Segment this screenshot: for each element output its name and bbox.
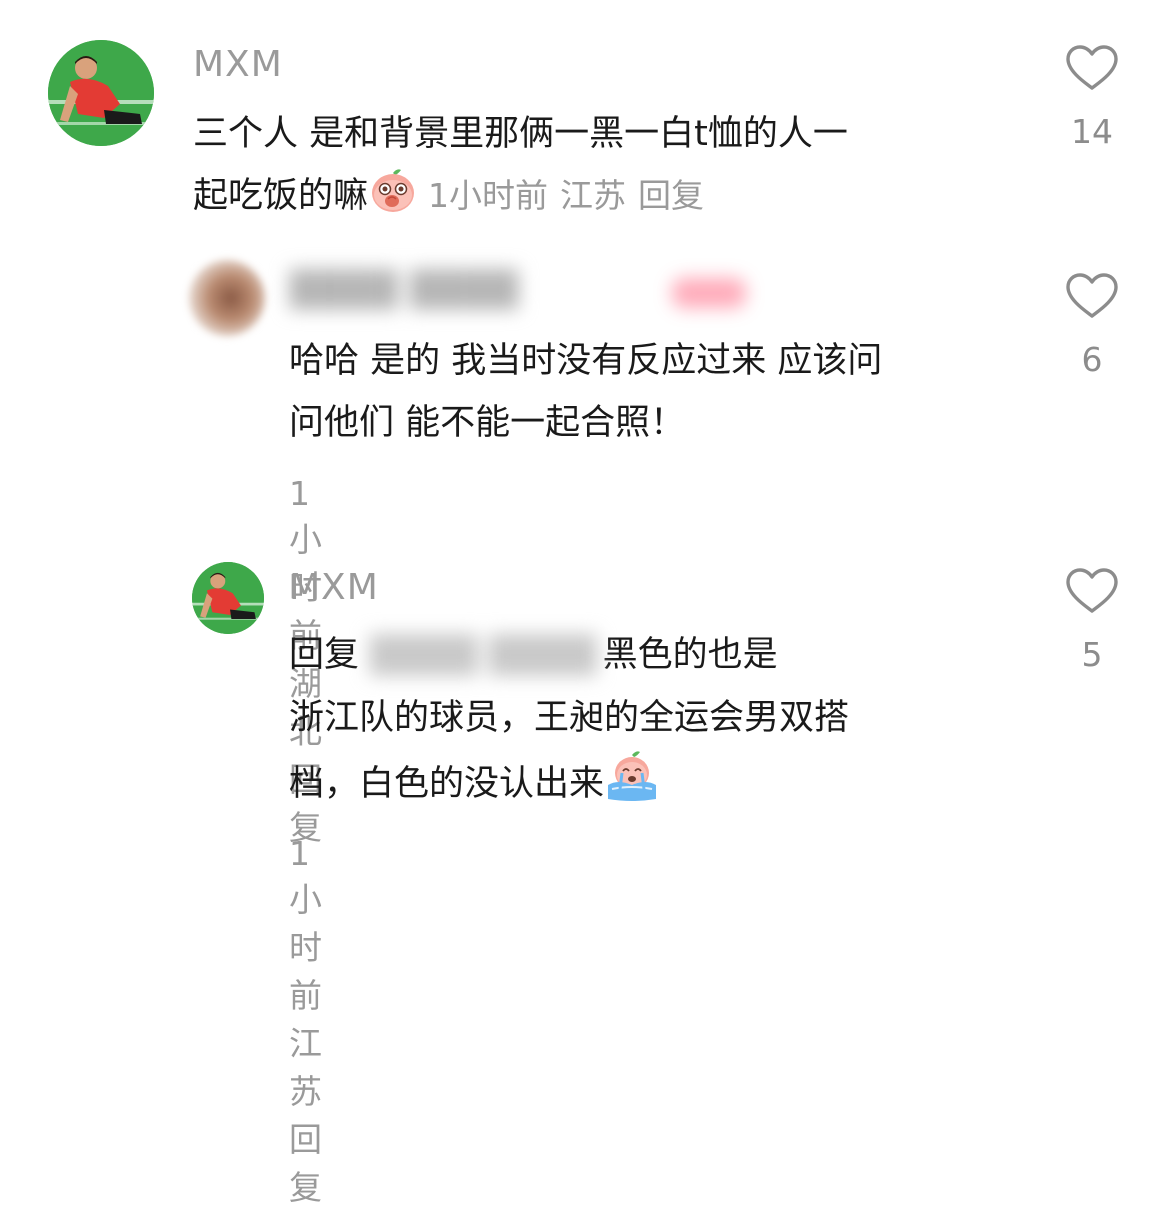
avatar-photo (48, 40, 154, 146)
comment-meta: 1小时前江苏回复 (289, 834, 334, 1209)
peach-shy-emoji-icon (368, 165, 418, 215)
comment-time: 1小时前 (428, 176, 549, 215)
comment-text-segment: 档，白色的没认出来 (289, 764, 605, 804)
heart-outline-icon (1066, 45, 1118, 90)
avatar[interactable] (189, 260, 265, 336)
username[interactable]: MXM (289, 567, 379, 608)
comment-text-line: 回复 ████ ████ 黑色的也是 (289, 624, 1029, 687)
comment-time: 1小时前 (289, 834, 322, 1015)
like-count: 14 (1071, 112, 1113, 151)
comment-text-segment: 黑色的也是 (602, 635, 778, 675)
like-count: 5 (1081, 635, 1103, 674)
comment-text-line: 档，白色的没认出来 (289, 749, 1029, 815)
user-badge (672, 278, 746, 308)
like-button[interactable]: 5 (1052, 567, 1132, 674)
like-count: 6 (1081, 340, 1103, 379)
blurred-mention[interactable]: ████ ████ (370, 625, 596, 687)
username[interactable]: MXM (193, 44, 283, 85)
comment-meta: 1小时前江苏回复 (428, 176, 716, 215)
comment-text-line: 起吃饭的嘛 (193, 176, 369, 216)
comment-text: 三个人 是和背景里那俩一黑一白t恤的人一 起吃饭的嘛 1小时前 江苏 回复 (193, 103, 1033, 227)
avatar[interactable] (192, 562, 264, 634)
heart-outline-icon (1066, 273, 1118, 318)
username[interactable]: ████ ████ (290, 270, 519, 310)
comment-location: 江苏 (289, 1024, 322, 1111)
heart-outline-icon (1066, 568, 1118, 613)
reply-button[interactable]: 回复 (289, 1120, 322, 1207)
like-button[interactable]: 14 (1052, 44, 1132, 151)
avatar-photo (192, 562, 264, 634)
avatar[interactable] (48, 40, 154, 146)
comment-text: 回复 ████ ████ 黑色的也是 浙江队的球员，王昶的全运会男双搭 档，白色的… (289, 624, 1029, 815)
reply-button[interactable]: 回复 (638, 176, 704, 215)
comment-text-line: 浙江队的球员，王昶的全运会男双搭 (289, 698, 850, 738)
like-button[interactable]: 6 (1052, 272, 1132, 379)
comment-location: 江苏 (560, 176, 627, 215)
comment-text-line-with-meta: 起吃饭的嘛 1小时前 江苏 回复 (193, 165, 1033, 227)
reply-prefix: 回复 (289, 635, 360, 675)
comment-text-line: 哈哈 是的 我当时没有反应过来 应该问 (289, 341, 883, 381)
comment-text: 哈哈 是的 我当时没有反应过来 应该问 问他们 能不能一起合照！ (289, 330, 1029, 454)
peach-crying-emoji-icon (604, 749, 660, 803)
comment-text-line: 问他们 能不能一起合照！ (289, 403, 686, 443)
comment-text-line: 三个人 是和背景里那俩一黑一白t恤的人一 (193, 114, 848, 154)
